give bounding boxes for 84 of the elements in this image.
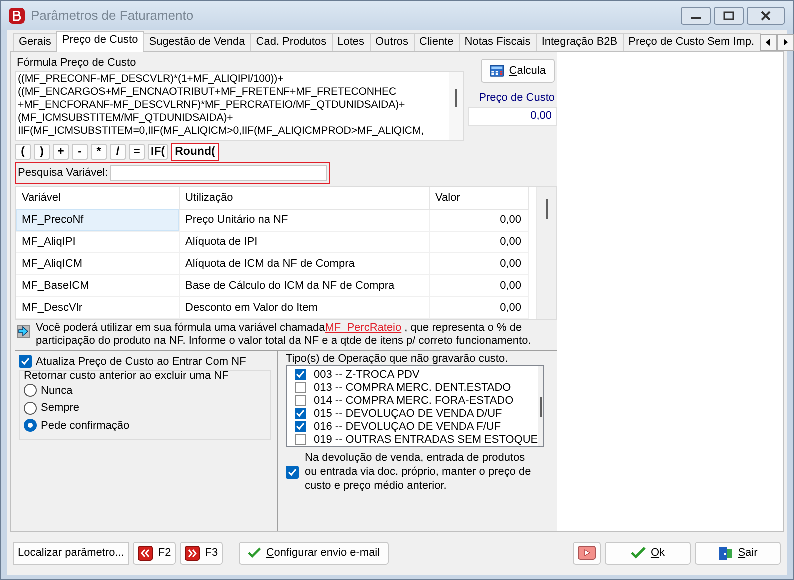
table-cell[interactable]: 0,00 xyxy=(429,231,528,253)
scroll-left-icon[interactable] xyxy=(760,34,777,51)
table-cell[interactable]: Base de Cálculo do ICM da NF de Compra xyxy=(179,274,429,297)
checkbox[interactable] xyxy=(295,369,306,380)
radio-button[interactable] xyxy=(24,384,37,398)
table-cell[interactable]: MF_AliqICM xyxy=(16,252,179,275)
arrow-icon xyxy=(17,325,30,338)
operator-button[interactable]: / xyxy=(110,144,126,160)
checkbox[interactable] xyxy=(19,355,32,368)
previous-button[interactable]: F2 xyxy=(133,542,176,565)
checkbox[interactable] xyxy=(295,382,306,393)
list-item[interactable]: 019 -- OUTRAS ENTRADAS SEM ESTOQUE xyxy=(314,434,538,446)
door-icon xyxy=(718,546,734,561)
next-button[interactable]: F3 xyxy=(180,542,224,565)
list-label: Tipo(s) de Operação que não gravarão custo. xyxy=(286,353,510,365)
window-title: Parâmetros de Faturamento xyxy=(31,8,194,23)
checkmark-icon xyxy=(630,547,646,560)
field-label: Preço de Custo xyxy=(479,92,555,104)
column-header[interactable]: Valor xyxy=(429,187,528,210)
cost-field[interactable]: 0,00 xyxy=(468,107,557,126)
list-item[interactable]: 014 -- COMPRA MERC. FORA-ESTADO xyxy=(314,394,514,406)
operator-button[interactable]: - xyxy=(72,144,88,160)
find-parameter-button[interactable]: Localizar parâmetro... xyxy=(13,542,130,565)
tab[interactable]: Gerais xyxy=(13,33,58,51)
table-cell[interactable]: 0,00 xyxy=(429,252,528,275)
calculate-button[interactable]: Calcula xyxy=(481,59,555,83)
formula-field[interactable]: ((MF_PRECONF-MF_DESCVLR)*(1+MF_ALIQIPI/100))+ ((MF_ENCARGOS+MF_ENCNAOTRIBUT+MF_FRETENF+MF_FRETECONHEC +MF_ENCFORANF-MF_DESCVLRNF)*MF_PERCRATEIO/MF_QTDUNIDSAIDA)+ (MF_ICMSUBSTITEM/MF_QTDUNIDSAIDA)+ IIF(MF_ICMSUBSTITEM=0,IIF(MF_ALIQICM>0,IIF(MF_ALIQICMPROD>MF_ALIQICM, xyxy=(15,71,464,141)
ok-button[interactable]: Ok xyxy=(605,542,691,565)
group-label: Retornar custo anterior ao excluir uma NF xyxy=(24,370,230,382)
exit-button[interactable]: Sair xyxy=(695,542,781,565)
checkmark-icon xyxy=(248,547,262,560)
table-cell[interactable]: MF_DescVlr xyxy=(16,296,179,318)
scrollbar[interactable] xyxy=(536,187,556,319)
table-cell[interactable]: MF_BaseICM xyxy=(16,274,179,297)
operator-button[interactable]: + xyxy=(53,144,69,160)
configure-email-button[interactable]: Configurar envio e-mail xyxy=(239,542,390,565)
radio-label[interactable]: Nunca xyxy=(41,384,73,397)
field-label: Fórmula Preço de Custo xyxy=(17,56,138,70)
list-item[interactable]: 016 -- DEVOLUÇAO DE VENDA F/UF xyxy=(314,420,502,432)
scroll-right-icon[interactable] xyxy=(776,34,794,51)
field-label: Pesquisa Variável: xyxy=(18,167,108,179)
checkbox-label[interactable]: Na devolução de venda, entrada de produtos ou entrada via doc. próprio, manter o preço de custo e preço médio anterior. xyxy=(305,451,536,493)
list-item[interactable]: 003 -- Z-TROCA PDV xyxy=(314,368,420,380)
variable-link[interactable]: MF_PercRateio xyxy=(325,322,402,334)
operator-button[interactable]: Round( xyxy=(171,143,220,161)
minimize-button[interactable] xyxy=(681,6,711,24)
maximize-button[interactable] xyxy=(714,6,744,24)
list-item[interactable]: 013 -- COMPRA MERC. DENT.ESTADO xyxy=(314,382,512,394)
table-cell[interactable]: 0,00 xyxy=(429,209,528,232)
checkbox[interactable] xyxy=(295,408,306,419)
table-cell[interactable]: Desconto em Valor do Item xyxy=(179,296,429,318)
table-cell[interactable]: Alíquota de ICM da NF de Compra xyxy=(179,252,429,275)
table-cell[interactable]: Preço Unitário na NF xyxy=(179,209,429,232)
calculator-icon xyxy=(490,64,504,78)
radio-button[interactable] xyxy=(24,419,37,432)
checkbox[interactable] xyxy=(295,395,306,406)
close-button[interactable] xyxy=(747,6,785,24)
scrollbar[interactable] xyxy=(538,366,543,446)
table-cell[interactable]: 0,00 xyxy=(429,296,528,318)
checkbox-label[interactable]: Atualiza Preço de Custo ao Entrar Com NF xyxy=(36,356,246,368)
play-button[interactable] xyxy=(573,542,601,565)
list-item[interactable]: 015 -- DEVOLUÇAO DE VENDA D/UF xyxy=(314,408,502,420)
table-cell[interactable]: 0,00 xyxy=(429,274,528,297)
operator-button[interactable]: ( xyxy=(15,144,31,160)
radio-label[interactable]: Pede confirmação xyxy=(41,420,130,432)
info-text: Você poderá utilizar em sua fórmula uma variável chamadaMF_PercRateio , que representa o % de participação do produto na NF. Informe o valor total da NF e a qtde de itens p/ correto funcionamento. xyxy=(36,322,532,348)
operator-button[interactable]: = xyxy=(129,144,145,160)
tab[interactable]: Preço de Custo xyxy=(56,31,144,52)
table-cell[interactable]: MF_PrecoNf xyxy=(16,209,179,232)
table-cell[interactable]: Alíquota de IPI xyxy=(179,231,429,253)
app-logo-icon xyxy=(9,8,25,24)
radio-button[interactable] xyxy=(24,402,37,415)
operator-button[interactable]: * xyxy=(91,144,107,160)
column-header[interactable]: Utilização xyxy=(179,187,429,210)
checkbox[interactable] xyxy=(295,434,306,445)
tab[interactable]: Sugestão de Venda xyxy=(143,33,252,51)
checkbox[interactable] xyxy=(295,421,306,432)
play-icon xyxy=(578,546,596,560)
operator-button[interactable]: IF( xyxy=(148,144,168,160)
radio-label[interactable]: Sempre xyxy=(41,402,80,414)
search-field[interactable] xyxy=(110,165,327,181)
table-cell[interactable]: MF_AliqIPI xyxy=(16,231,179,253)
operator-button[interactable]: ) xyxy=(34,144,50,160)
checkbox[interactable] xyxy=(286,466,299,478)
